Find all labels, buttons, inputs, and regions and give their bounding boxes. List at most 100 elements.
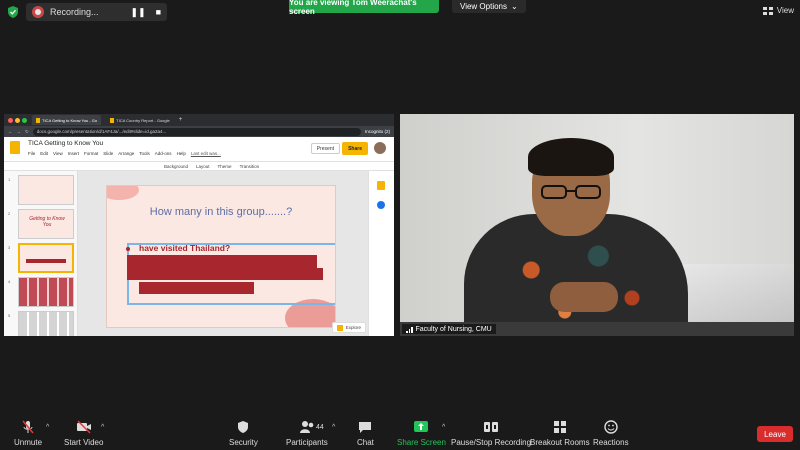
account-avatar[interactable] — [374, 142, 386, 154]
explore-icon — [336, 324, 343, 331]
participant-name: Faculty of Nursing, CMU — [415, 325, 492, 333]
slide-number: 5 — [8, 313, 11, 318]
video-options-caret-icon[interactable]: ^ — [101, 424, 104, 431]
present-label: Present — [316, 145, 334, 152]
menu-format[interactable]: Format — [84, 151, 98, 156]
recording-box: Recording... ❚❚ ■ — [26, 3, 168, 21]
shield-icon — [238, 421, 249, 433]
tab-label: TICA Country Report - Google — [116, 117, 170, 123]
participants-caret-icon[interactable]: ^ — [332, 424, 335, 431]
share-screen-button[interactable]: Share Screen — [397, 420, 446, 447]
slide-thumbnail[interactable]: Getting to Know You — [18, 209, 74, 239]
share-options-caret-icon[interactable]: ^ — [442, 424, 445, 431]
menu-tools[interactable]: Tools — [139, 151, 150, 156]
present-button[interactable]: Present — [310, 143, 340, 154]
menu-view[interactable]: View — [53, 151, 63, 156]
toolbar-background[interactable]: Background — [164, 164, 188, 169]
chat-label: Chat — [357, 438, 374, 447]
docs-header: TICA Getting to Know You File Edit View … — [4, 137, 394, 161]
camera-off-icon — [76, 420, 91, 434]
menu-arrange[interactable]: Arrange — [118, 151, 134, 156]
menu-insert[interactable]: Insert — [68, 151, 79, 156]
toolbar-layout[interactable]: Layout — [196, 164, 210, 169]
shield-icon[interactable] — [6, 5, 20, 19]
slide-canvas[interactable]: How many in this group.......? have visi… — [78, 171, 368, 336]
minimize-window-icon[interactable] — [15, 117, 20, 123]
last-edit-link[interactable]: Last edit was... — [191, 151, 221, 156]
tasks-icon[interactable] — [377, 201, 385, 209]
chevron-down-icon: ⌄ — [511, 2, 518, 11]
glasses-icon — [541, 185, 601, 199]
menu-help[interactable]: Help — [177, 151, 186, 156]
google-slides-logo-icon[interactable] — [10, 141, 20, 154]
pause-recording-icon[interactable]: ❚❚ — [131, 7, 146, 18]
slide-number: 3 — [8, 245, 11, 250]
browser-tab[interactable]: TICA Country Report - Google — [106, 115, 174, 125]
keep-icon[interactable] — [377, 181, 385, 190]
viewing-banner: You are viewing Tom Weerachat's screen — [289, 0, 439, 16]
bullet-icon — [126, 247, 130, 251]
leave-button[interactable]: Leave — [757, 426, 793, 442]
start-video-label: Start Video — [64, 438, 104, 447]
url-field[interactable]: docs.google.com/presentation/d/1AF4Ja/..… — [32, 127, 361, 136]
menu-slide[interactable]: Slide — [103, 151, 113, 156]
start-video-button[interactable]: Start Video — [64, 420, 103, 447]
slide-thumbnail[interactable] — [18, 277, 74, 307]
unmute-label: Unmute — [14, 438, 43, 447]
stop-recording-icon[interactable]: ■ — [156, 7, 161, 18]
menu-edit[interactable]: Edit — [40, 151, 48, 156]
unmute-button[interactable]: Unmute — [14, 420, 42, 447]
forward-icon[interactable]: → — [17, 129, 22, 134]
slide-thumbnail[interactable] — [18, 175, 74, 205]
person-hair — [528, 138, 614, 176]
slides-favicon-icon — [36, 117, 40, 123]
breakout-rooms-button[interactable]: Breakout Rooms — [530, 420, 590, 447]
recording-dot-icon — [32, 6, 44, 18]
docs-share-button[interactable]: Share — [342, 142, 368, 155]
reactions-button[interactable]: Reactions — [593, 420, 629, 447]
maximize-window-icon[interactable] — [22, 117, 27, 123]
highlight-bar — [127, 268, 323, 280]
toolbar-theme[interactable]: Theme — [218, 164, 232, 169]
close-window-icon[interactable] — [8, 117, 13, 123]
shared-screen[interactable]: TICA Getting to Know You - Go TICA Count… — [4, 114, 394, 336]
breakout-rooms-icon — [553, 421, 566, 433]
menu-add-ons[interactable]: Add-ons — [155, 151, 172, 156]
chat-button[interactable]: Chat — [357, 420, 374, 447]
participants-icon — [299, 421, 314, 433]
side-panel-rail — [368, 171, 394, 336]
slides-toolbar: Background Layout Theme Transition — [4, 161, 394, 171]
explore-button[interactable]: Explore — [331, 322, 366, 333]
audio-options-caret-icon[interactable]: ^ — [46, 424, 49, 431]
slide-bullet-text[interactable]: have visited Thailand? — [139, 243, 230, 253]
menu-file[interactable]: File — [28, 151, 35, 156]
pause-stop-recording-button[interactable]: Pause/Stop Recording — [451, 420, 531, 447]
browser-tab-active[interactable]: TICA Getting to Know You - Go — [32, 115, 102, 125]
chat-icon — [359, 422, 372, 433]
slide-thumbnail[interactable] — [18, 311, 74, 336]
new-tab-icon[interactable]: + — [179, 117, 183, 123]
back-icon[interactable]: ← — [8, 129, 13, 134]
leave-label: Leave — [764, 429, 786, 439]
person-hands — [550, 282, 618, 312]
slide-title[interactable]: How many in this group.......? — [107, 206, 335, 218]
participant-video-tile[interactable]: Faculty of Nursing, CMU — [400, 114, 794, 336]
current-slide[interactable]: How many in this group.......? have visi… — [106, 185, 336, 328]
reload-icon[interactable]: ↻ — [25, 129, 29, 135]
reactions-label: Reactions — [593, 438, 629, 447]
view-button[interactable]: View — [762, 6, 794, 15]
security-button[interactable]: Security — [229, 420, 258, 447]
microphone-muted-icon — [22, 420, 34, 434]
slide-thumbnail-selected[interactable] — [18, 243, 74, 273]
toolbar-transition[interactable]: Transition — [240, 164, 260, 169]
browser-tab-strip: TICA Getting to Know You - Go TICA Count… — [4, 114, 394, 126]
recording-indicator: Recording... ❚❚ ■ — [6, 2, 168, 22]
view-options-button[interactable]: View Options ⌄ — [452, 0, 526, 13]
slide-filmstrip: 1 2 Getting to Know You 3 4 5 — [4, 171, 78, 336]
pause-stop-icon — [484, 422, 499, 432]
explore-label: Explore — [345, 325, 361, 330]
breakout-rooms-label: Breakout Rooms — [530, 438, 590, 447]
document-title[interactable]: TICA Getting to Know You — [28, 140, 103, 147]
security-label: Security — [229, 438, 258, 447]
zoom-meeting-window: Recording... ❚❚ ■ You are viewing Tom We… — [0, 0, 800, 450]
